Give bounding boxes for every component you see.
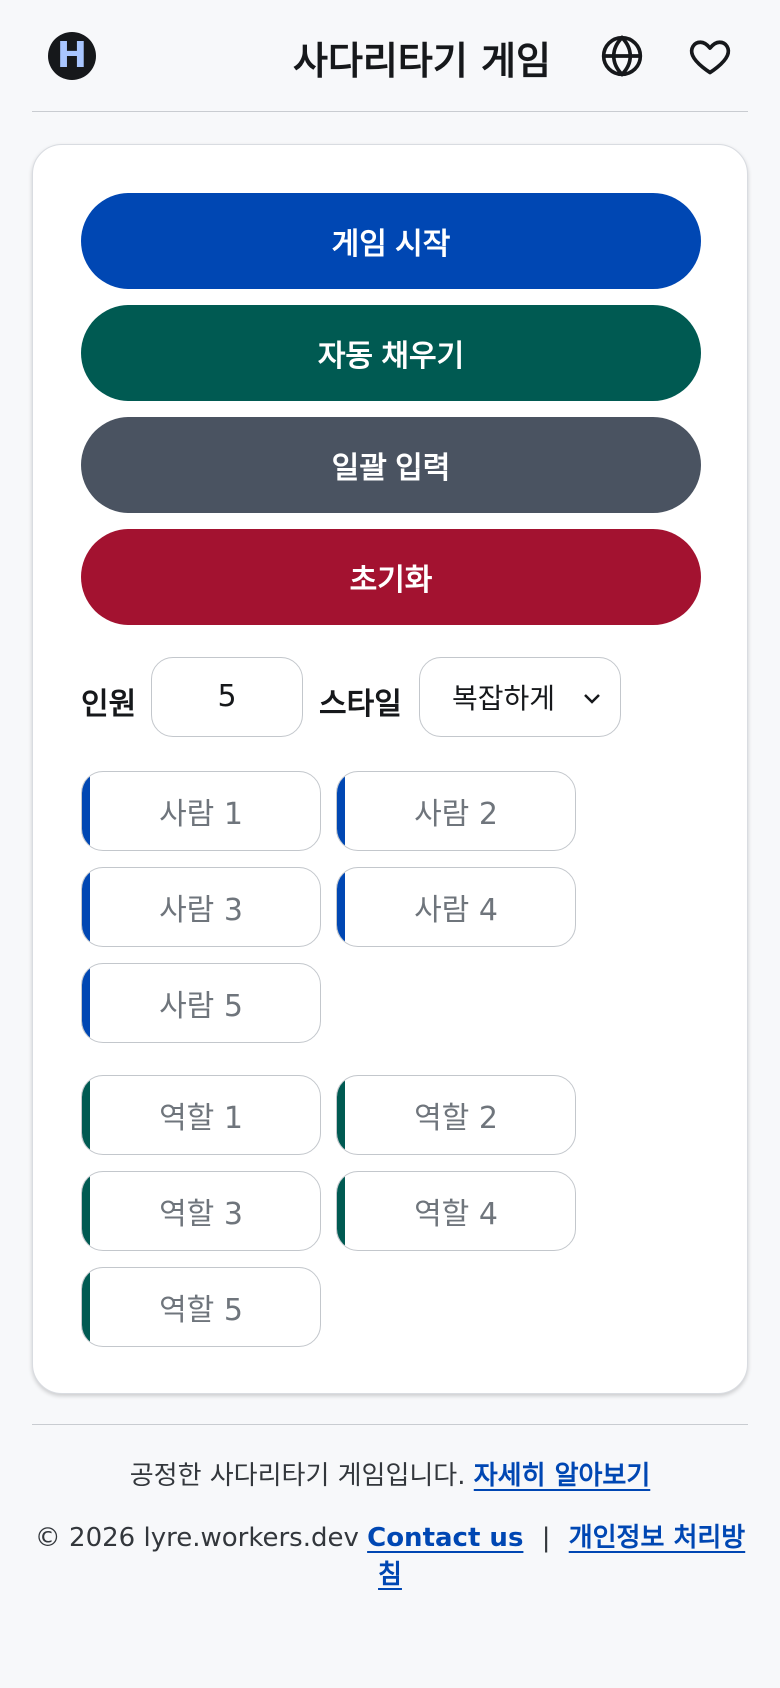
style-selected-value: 복잡하게 [452,682,556,715]
copyright-text: © 2026 lyre.workers.dev [34,1523,359,1553]
role-input-3[interactable]: 역할 3 [81,1171,321,1251]
footer-separator: | [541,1523,551,1553]
start-game-button[interactable]: 게임 시작 [81,193,701,289]
footer-links-row: © 2026 lyre.workers.dev Contact us | 개인정… [32,1517,748,1591]
role-input-1[interactable]: 역할 1 [81,1075,321,1155]
favorite-button[interactable] [686,32,734,80]
role-input-4[interactable]: 역할 4 [336,1171,576,1251]
footer-tagline: 공정한 사다리타기 게임입니다. [129,1461,466,1491]
contact-link[interactable]: Contact us [367,1523,523,1553]
page-title: 사다리타기 게임 [293,39,551,83]
player-input-3[interactable]: 사람 3 [81,867,321,947]
globe-icon [601,35,643,77]
style-label: 스타일 [319,687,402,722]
game-card: 게임 시작 자동 채우기 일괄 입력 초기화 인원 5 스타일 복잡하게 사람 … [32,144,748,1394]
role-input-5[interactable]: 역할 5 [81,1267,321,1347]
heart-outline-icon [689,40,731,75]
reset-button[interactable]: 초기화 [81,529,701,625]
player-input-4[interactable]: 사람 4 [336,867,576,947]
player-input-2[interactable]: 사람 2 [336,771,576,851]
logo-icon[interactable]: H [48,32,96,80]
language-button[interactable] [598,32,646,80]
role-input-2[interactable]: 역할 2 [336,1075,576,1155]
player-input-1[interactable]: 사람 1 [81,771,321,851]
chevron-down-icon [584,694,600,704]
header: H 사다리타기 게임 [32,0,748,112]
player-input-5[interactable]: 사람 5 [81,963,321,1043]
bulk-input-button[interactable]: 일괄 입력 [81,417,701,513]
learn-more-link[interactable]: 자세히 알아보기 [474,1461,651,1491]
autofill-button[interactable]: 자동 채우기 [81,305,701,401]
style-select[interactable]: 복잡하게 [419,657,621,737]
footer-tagline-row: 공정한 사다리타기 게임입니다. 자세히 알아보기 [32,1455,748,1492]
count-label: 인원 [81,687,137,722]
count-input[interactable]: 5 [151,657,303,737]
footer: 공정한 사다리타기 게임입니다. 자세히 알아보기 © 2026 lyre.wo… [32,1424,748,1590]
